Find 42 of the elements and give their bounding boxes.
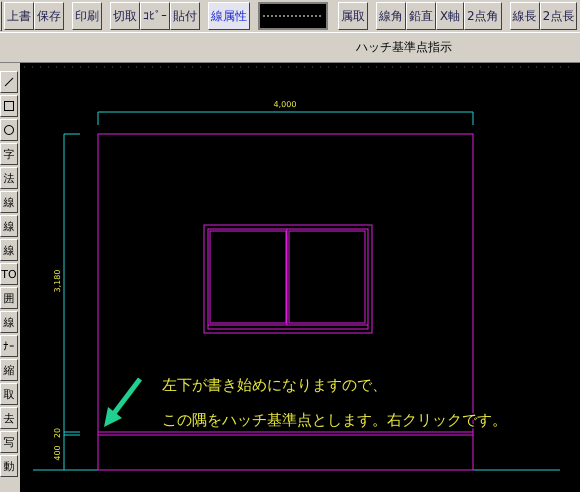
toolbar-button[interactable]: ｺﾋﾟｰ <box>140 2 170 30</box>
tool-button[interactable]: ﾅｰ <box>0 335 18 357</box>
circle-tool-icon <box>4 125 14 135</box>
toolbar-button[interactable]: X軸 <box>436 2 464 30</box>
rectangle-tool-icon <box>4 101 14 111</box>
tool-button[interactable]: 線 <box>0 239 18 261</box>
tool-button[interactable]: 縮 <box>0 359 18 381</box>
toolbar-button[interactable]: 2点長 <box>540 2 578 30</box>
tool-button[interactable]: 囲 <box>0 287 18 309</box>
tool-button[interactable] <box>0 71 18 93</box>
tool-button[interactable] <box>0 95 18 117</box>
tool-button[interactable]: 字 <box>0 143 18 165</box>
toolbar-button[interactable]: 線属性 <box>208 2 250 30</box>
tool-button[interactable]: 写 <box>0 431 18 453</box>
toolbar-button[interactable]: 上書 <box>4 2 34 30</box>
tool-button[interactable]: 取 <box>0 383 18 405</box>
tool-button[interactable]: 動 <box>0 455 18 477</box>
toolbar-button[interactable]: 鉛直 <box>406 2 436 30</box>
tool-button[interactable]: 法 <box>0 167 18 189</box>
dimension-text: 3,180 <box>53 270 62 292</box>
tool-button[interactable]: 線 <box>0 215 18 237</box>
toolbar-button[interactable]: 切取 <box>110 2 140 30</box>
toolbar-button[interactable]: 線長 <box>510 2 540 30</box>
note-text: 左下が書き始めになりますので、 <box>162 376 387 394</box>
toolbar-button[interactable]: 保存 <box>34 2 64 30</box>
tool-button[interactable]: TO <box>0 263 18 285</box>
toolbar-button[interactable]: 印刷 <box>72 2 102 30</box>
toolbar-button[interactable]: 線角 <box>376 2 406 30</box>
prompt-text: ハッチ基準点指示 <box>356 39 452 56</box>
tool-button[interactable] <box>0 119 18 141</box>
tool-button[interactable]: 線 <box>0 191 18 213</box>
tool-button[interactable]: 線 <box>0 311 18 333</box>
line-style-selector[interactable] <box>258 2 328 30</box>
arrow-icon <box>104 378 142 427</box>
toolbar-button[interactable]: 2点角 <box>464 2 502 30</box>
toolbar-button[interactable]: 貼付 <box>170 2 200 30</box>
toolbar-button[interactable]: 属取 <box>338 2 368 30</box>
dimension-text: 4,000 <box>274 100 296 109</box>
dimension-text: 20 <box>53 428 62 438</box>
line-tool-icon <box>4 77 14 87</box>
tool-button[interactable]: 去 <box>0 407 18 429</box>
dimension-text: 400 <box>53 445 62 461</box>
